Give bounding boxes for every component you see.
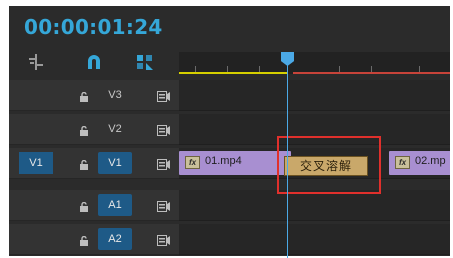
lock-icon[interactable] [79,233,89,246]
render-bar [293,72,450,74]
clip-01[interactable]: fx 01.mp4 [179,151,291,175]
track-row-v2: V2 [9,114,450,145]
track-header: V3 [9,80,179,111]
track-header: A2 [9,224,179,255]
playhead-timecode[interactable]: 00:00:01:24 [24,15,163,39]
time-ruler[interactable] [179,52,450,74]
track-header: V1 V1 [9,148,179,179]
clip-name: 02.mp [415,155,446,167]
track-name[interactable]: V1 [98,152,132,174]
track-name[interactable]: V2 [98,118,132,140]
track-row-v1: V1 V1 fx 01.mp4 fx 02.mp [9,148,450,179]
track-row-v3: V3 [9,80,450,111]
fx-badge[interactable]: fx [185,156,200,169]
add-marker-icon[interactable] [136,53,154,71]
toggle-output-icon[interactable] [157,123,171,136]
track-lane[interactable] [179,224,450,255]
lock-icon[interactable] [79,157,89,170]
work-area-bar [179,72,287,74]
lock-icon[interactable] [79,123,89,136]
playhead-line[interactable] [287,60,288,258]
track-row-a2: A2 [9,224,450,255]
track-lane[interactable] [179,190,450,221]
track-name[interactable]: A2 [98,228,132,250]
highlight-box [277,136,381,194]
track-header: V2 [9,114,179,145]
clip-name: 01.mp4 [205,155,242,167]
toggle-output-icon[interactable] [157,157,171,170]
track-lane[interactable] [179,80,450,111]
lock-icon[interactable] [79,89,89,102]
toggle-output-icon[interactable] [157,199,171,212]
clip-02[interactable]: fx 02.mp [389,151,450,175]
track-header: A1 [9,190,179,221]
timeline-panel: 00:00:01:24 V3 V2 V1 V1 fx 01.mp4 fx 02.… [9,6,450,256]
linked-selection-icon[interactable] [85,53,103,71]
source-patch-v1[interactable]: V1 [19,152,53,174]
toggle-output-icon[interactable] [157,89,171,102]
fx-badge[interactable]: fx [395,156,410,169]
track-name[interactable]: A1 [98,194,132,216]
snap-icon[interactable] [27,53,45,71]
track-row-a1: A1 [9,190,450,221]
lock-icon[interactable] [79,199,89,212]
track-name[interactable]: V3 [98,84,132,106]
toggle-output-icon[interactable] [157,233,171,246]
